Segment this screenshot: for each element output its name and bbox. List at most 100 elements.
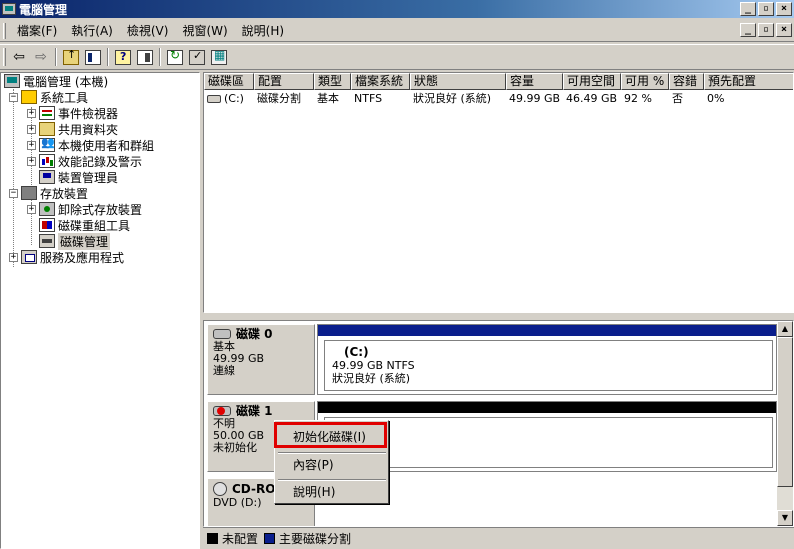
export-list-button[interactable] [208,47,230,67]
partition-c[interactable]: (C:) 49.99 GB NTFS 狀況良好 (系統) [324,340,773,391]
column-header-layout[interactable]: 配置 [254,73,314,90]
cdrom-label: CD-RO [232,482,276,496]
help-button[interactable] [112,47,134,67]
minimize-button[interactable]: _ [740,2,756,16]
export-list-icon [211,48,227,65]
device-manager-icon [39,170,55,184]
layout-cell: 磁碟分割 [257,92,301,105]
tree-item-device-manager[interactable]: 裝置管理員 [39,169,118,185]
defragmenter-icon [39,218,55,232]
tree-item-services-applications[interactable]: + 服務及應用程式 [9,249,124,265]
tree-item-computer-management[interactable]: 電腦管理 (本機) [4,73,108,89]
disk-0-partition-area[interactable]: (C:) 49.99 GB NTFS 狀況良好 (系統) [317,324,777,395]
shared-folder-icon [39,122,55,136]
tree-item-label: 卸除式存放裝置 [58,202,143,217]
console-tree[interactable]: 電腦管理 (本機) − 系統工具 + 事件檢視器 + 共用資料夾 + 本機使用者… [0,72,200,549]
mdi-minimize-button[interactable]: _ [740,23,756,37]
toolbox-icon [21,90,37,104]
mdi-close-button[interactable]: × [776,23,792,37]
column-header-capacity[interactable]: 容量 [506,73,563,90]
tree-item-event-viewer[interactable]: + 事件檢視器 [27,105,118,121]
column-header-fault-tolerance[interactable]: 容錯 [669,73,704,90]
folder-up-icon [63,48,79,65]
refresh-button[interactable] [164,47,186,67]
performance-icon [39,154,55,168]
volume-list[interactable]: 磁碟區 配置 類型 檔案系統 狀態 容量 可用空間 可用 % 容錯 預先配置 (… [203,72,794,313]
expand-icon[interactable]: + [27,204,36,214]
restore-button[interactable]: ▫ [758,2,774,16]
volume-row[interactable]: (C:) 磁碟分割 基本 NTFS 狀況良好 (系統) 49.99 GB 46.… [204,91,764,107]
properties-icon [189,49,205,65]
expand-icon[interactable]: + [9,252,18,262]
column-header-free-space[interactable]: 可用空間 [563,73,621,90]
partition-c-label: (C:) [344,345,369,359]
tree-item-storage[interactable]: − 存放裝置 [9,185,88,201]
computer-management-icon [2,3,16,15]
toolbar: ⇦ ⇨ [0,44,794,70]
show-hide-action-pane-button[interactable] [134,47,156,67]
console-tree-icon [85,49,101,65]
up-one-level-button[interactable] [60,47,82,67]
menu-separator [278,452,386,454]
menu-grip [3,22,6,39]
status-cell: 狀況良好 (系統) [413,92,492,105]
tree-item-removable-storage[interactable]: + 卸除式存放裝置 [27,201,142,217]
menu-window[interactable]: 視窗(W) [175,21,234,41]
forward-button[interactable]: ⇨ [30,47,52,67]
scroll-up-button[interactable]: ▲ [777,321,793,337]
legend-bar: 未配置 主要磁碟分割 [203,527,794,549]
fault-tolerance-cell: 否 [672,92,683,105]
back-button[interactable]: ⇦ [8,47,30,67]
help-menu-item[interactable]: 說明(H) [278,482,386,502]
properties-menu-item[interactable]: 內容(P) [278,455,386,475]
menu-file[interactable]: 檔案(F) [10,21,64,41]
column-header-overhead[interactable]: 預先配置 [704,73,793,90]
volume-cell: (C:) [204,91,254,107]
users-icon [39,136,55,152]
tree-item-disk-management[interactable]: 磁碟管理 [39,232,111,250]
show-hide-tree-button[interactable] [82,47,104,67]
scroll-down-button[interactable]: ▼ [777,510,793,526]
menu-action[interactable]: 執行(A) [64,21,120,41]
column-header-file-system[interactable]: 檔案系統 [351,73,410,90]
tree-item-performance-logs[interactable]: + 效能記錄及警示 [27,153,142,169]
scroll-thumb[interactable] [777,337,793,487]
column-header-status[interactable]: 狀態 [410,73,506,90]
partition-c-status: 狀況良好 (系統) [332,372,411,385]
unallocated-region[interactable] [324,417,773,468]
properties-button[interactable] [186,47,208,67]
mdi-restore-button[interactable]: ▫ [758,23,774,37]
menu-view[interactable]: 檢視(V) [120,21,176,41]
primary-partition-bar [318,325,776,336]
title-bar[interactable]: 電腦管理 _ ▫ × [0,0,794,18]
collapse-icon[interactable]: − [9,92,18,102]
close-button[interactable]: × [776,2,792,16]
file-system-cell: NTFS [354,92,383,105]
expand-icon[interactable]: + [27,108,36,118]
type-cell: 基本 [317,92,339,105]
column-header-volume[interactable]: 磁碟區 [204,73,254,90]
tree-item-shared-folders[interactable]: + 共用資料夾 [27,121,118,137]
collapse-icon[interactable]: − [9,188,18,198]
expand-icon[interactable]: + [27,124,36,134]
volume-name: (C:) [224,92,244,105]
vertical-scrollbar[interactable]: ▲ ▼ [777,321,793,526]
tree-item-local-users[interactable]: + 本機使用者和群組 [27,136,154,153]
disk-error-icon [213,406,231,416]
tree-item-label: 裝置管理員 [58,170,119,185]
column-header-percent-free[interactable]: 可用 % [621,73,669,90]
tree-item-defragmenter[interactable]: 磁碟重組工具 [39,217,130,233]
tree-item-label: 共用資料夾 [58,122,119,137]
initialize-disk-highlight [274,422,387,448]
tree-item-system-tools[interactable]: − 系統工具 [9,89,88,105]
expand-icon[interactable]: + [27,156,36,166]
tree-item-label: 事件檢視器 [58,106,119,121]
disk-0-info[interactable]: 磁碟 0 基本 49.99 GB 連線 [207,324,315,395]
column-header-type[interactable]: 類型 [314,73,351,90]
tree-item-label: 電腦管理 (本機) [23,74,109,89]
menu-help[interactable]: 說明(H) [235,21,291,41]
removable-storage-icon [39,202,55,216]
expand-icon[interactable]: + [27,140,36,150]
disk-0-label: 磁碟 0 [236,327,273,341]
pane-splitter[interactable] [203,313,794,320]
